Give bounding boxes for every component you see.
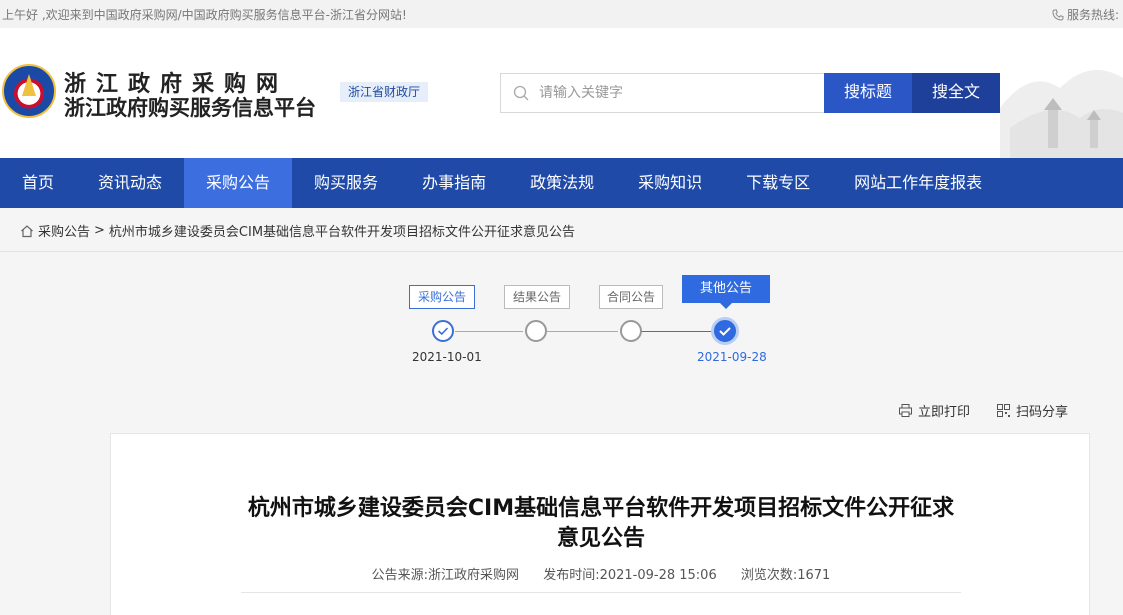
- step-connector-active: [642, 331, 712, 332]
- search-icon: [513, 85, 529, 101]
- hotline-label: 服务热线:: [1066, 8, 1119, 22]
- hotline: 服务热线:: [1052, 6, 1119, 23]
- nav-item-home[interactable]: 首页: [0, 158, 76, 208]
- search-fulltext-button[interactable]: 搜全文: [912, 73, 1000, 113]
- step-node-contract[interactable]: [620, 320, 642, 342]
- qr-code-icon: [997, 404, 1010, 417]
- step-connector: [455, 331, 523, 332]
- article-source: 公告来源:浙江政府采购网: [371, 568, 520, 583]
- search-input[interactable]: [539, 85, 809, 101]
- print-action[interactable]: 立即打印: [898, 401, 970, 420]
- search-box: [500, 73, 825, 113]
- step-tag-other[interactable]: 其他公告: [682, 275, 770, 309]
- phone-icon: [1052, 9, 1064, 21]
- nav-item-purchase-service[interactable]: 购买服务: [292, 158, 400, 208]
- department-badge: 浙江省财政厅: [340, 82, 429, 102]
- share-label[interactable]: 扫码分享: [1016, 401, 1068, 420]
- nav-item-annual-report[interactable]: 网站工作年度报表: [832, 158, 1004, 208]
- welcome-text: 上午好 ,欢迎来到中国政府采购网/中国政府购买服务信息平台-浙江省分网站!: [2, 8, 407, 22]
- step-date-other: 2021-09-28: [697, 350, 767, 364]
- check-icon: [719, 327, 731, 336]
- article-publish-time: 发布时间:2021-09-28 15:06: [543, 568, 717, 583]
- site-title-line2: 浙江政府购买服务信息平台: [64, 96, 316, 120]
- step-tag-result[interactable]: 结果公告: [504, 285, 570, 309]
- search-title-button[interactable]: 搜标题: [824, 73, 912, 113]
- step-node-procurement[interactable]: [432, 320, 454, 342]
- step-tag-procurement[interactable]: 采购公告: [409, 285, 475, 309]
- nav-item-procurement-notice[interactable]: 采购公告: [184, 158, 293, 208]
- print-label[interactable]: 立即打印: [918, 401, 970, 420]
- nav-item-news[interactable]: 资讯动态: [76, 158, 184, 208]
- step-connector: [547, 331, 618, 332]
- article-card: 杭州市城乡建设委员会CIM基础信息平台软件开发项目招标文件公开征求意见公告 公告…: [110, 433, 1090, 615]
- nav-item-knowledge[interactable]: 采购知识: [616, 158, 724, 208]
- nav-item-guide[interactable]: 办事指南: [400, 158, 508, 208]
- step-tag-contract[interactable]: 合同公告: [599, 285, 663, 309]
- government-emblem-logo[interactable]: [2, 64, 56, 118]
- site-header: 浙江政府采购网 浙江政府购买服务信息平台 浙江省财政厅 搜标题 搜全文: [0, 28, 1123, 158]
- nav-item-download[interactable]: 下载专区: [724, 158, 832, 208]
- meta-divider: [241, 592, 961, 593]
- breadcrumb: 采购公告 > 杭州市城乡建设委员会CIM基础信息平台软件开发项目招标文件公开征求…: [20, 221, 575, 240]
- top-bar: 上午好 ,欢迎来到中国政府采购网/中国政府购买服务信息平台-浙江省分网站! 服务…: [0, 0, 1123, 28]
- article-meta: 公告来源:浙江政府采购网 发布时间:2021-09-28 15:06 浏览次数:…: [241, 564, 961, 583]
- breadcrumb-current: 杭州市城乡建设委员会CIM基础信息平台软件开发项目招标文件公开征求意见公告: [108, 225, 576, 240]
- breadcrumb-separator: >: [94, 223, 105, 238]
- main-nav: 首页 资讯动态 采购公告 购买服务 办事指南 政策法规 采购知识 下载专区 网站…: [0, 158, 1123, 208]
- step-date-procurement: 2021-10-01: [412, 350, 482, 364]
- article-views: 浏览次数:1671: [740, 568, 831, 583]
- home-icon[interactable]: [20, 224, 34, 238]
- share-action[interactable]: 扫码分享: [996, 401, 1068, 420]
- landscape-decoration-icon: [1000, 70, 1123, 158]
- nav-item-policy[interactable]: 政策法规: [508, 158, 616, 208]
- notice-progress-steps: 采购公告 结果公告 合同公告 其他公告 2021-10-01 2021-09-2…: [0, 260, 1123, 380]
- printer-icon: [899, 404, 912, 417]
- step-node-result[interactable]: [525, 320, 547, 342]
- step-node-other[interactable]: [711, 317, 739, 345]
- breadcrumb-parent-link[interactable]: 采购公告: [38, 221, 90, 240]
- article-title: 杭州市城乡建设委员会CIM基础信息平台软件开发项目招标文件公开征求意见公告: [247, 496, 955, 551]
- check-icon: [437, 327, 449, 336]
- header-divider: [0, 251, 1123, 252]
